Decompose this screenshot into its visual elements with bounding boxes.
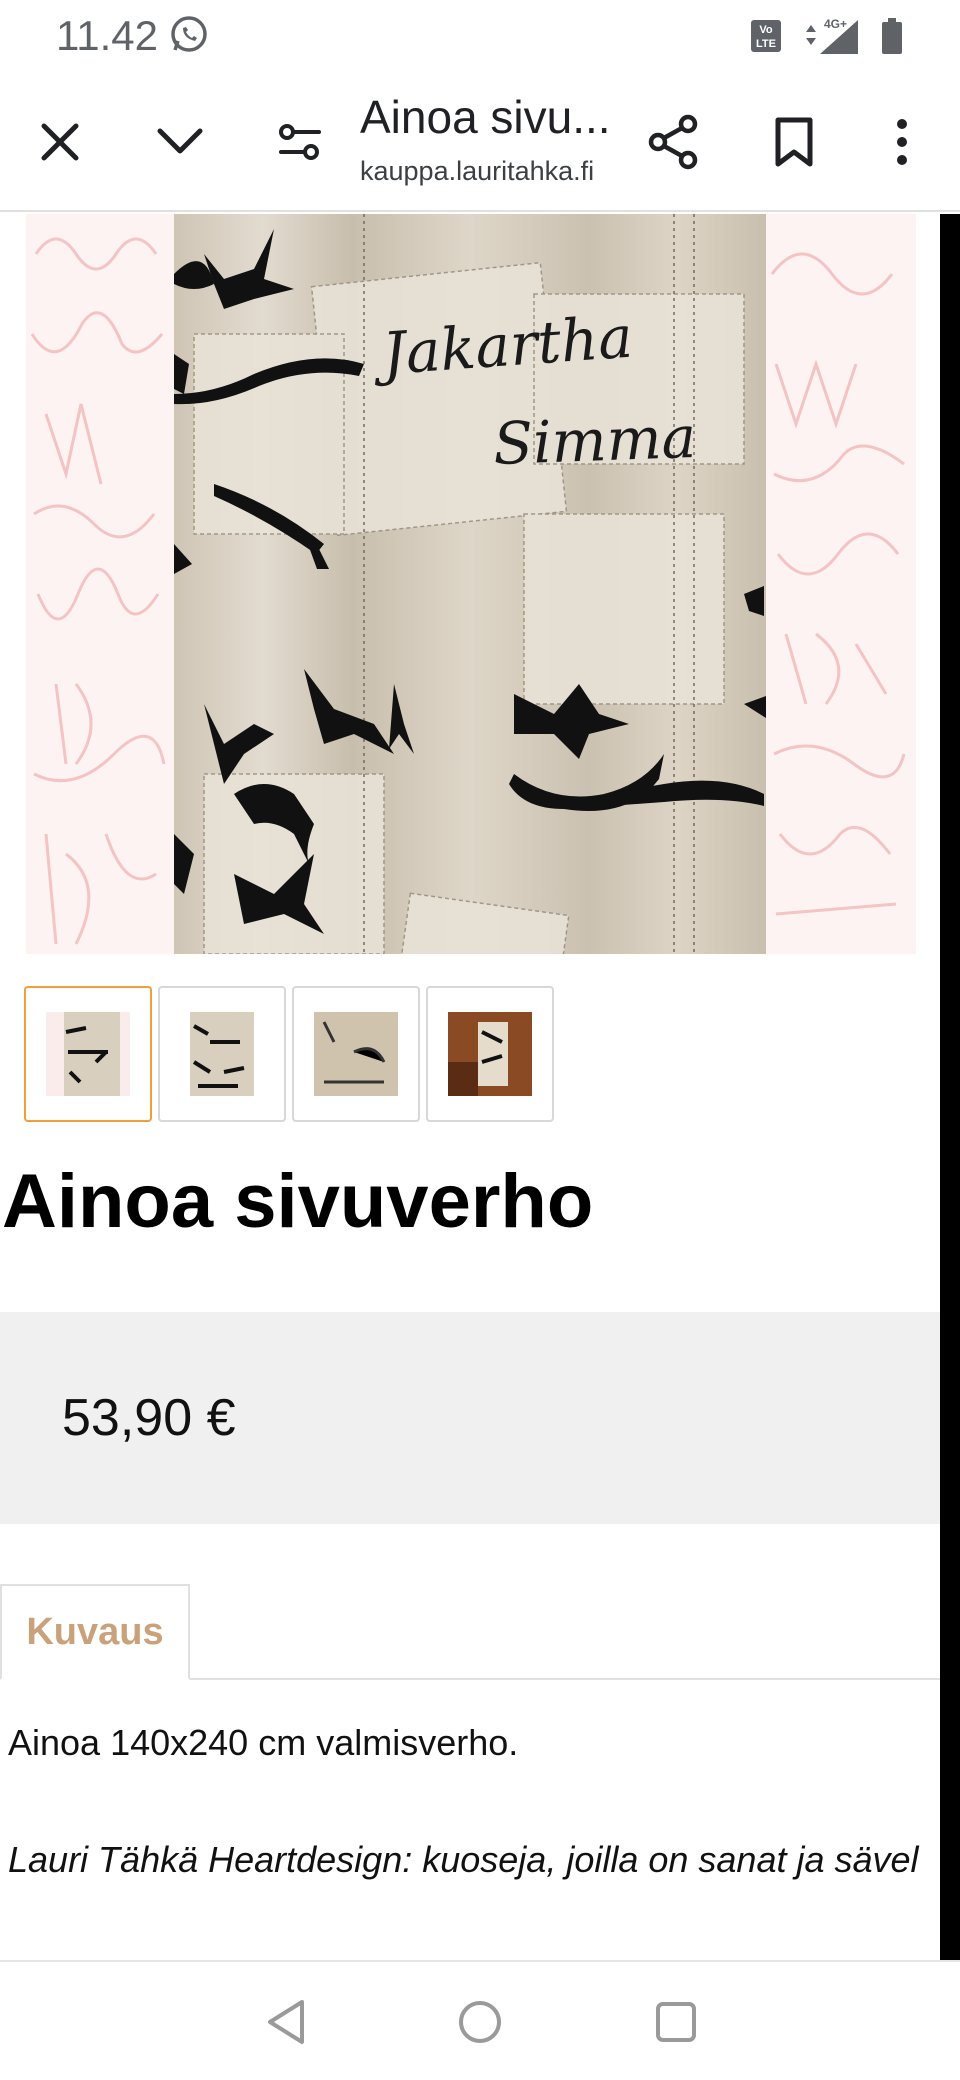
bookmark-icon[interactable] (758, 106, 830, 178)
chevron-down-icon[interactable] (144, 106, 216, 178)
svg-text:Vo: Vo (759, 24, 773, 36)
page-scrollbar[interactable] (940, 214, 960, 1960)
price-box: 53,90 € (0, 1312, 940, 1524)
thumbnail-1[interactable] (24, 986, 152, 1122)
hero-script-2: Simma (492, 403, 697, 478)
web-content: Jakartha Simma Ainoa sivuverho 53,90 € K… (0, 214, 940, 1960)
back-triangle-icon[interactable] (256, 1992, 316, 2052)
thumbnail-strip (24, 986, 554, 1122)
thumbnail-3[interactable] (292, 986, 420, 1122)
curtain-image: Jakartha Simma (174, 214, 766, 996)
android-nav-bar (0, 1960, 960, 2080)
whatsapp-icon (168, 14, 210, 56)
status-bar: 11.42 Vo LTE 4G+ (0, 0, 960, 72)
page-settings-icon[interactable] (264, 106, 336, 178)
page-title[interactable]: Ainoa sivu... (360, 90, 611, 144)
product-title: Ainoa sivuverho (2, 1159, 594, 1244)
hero-side-left (26, 214, 174, 954)
signal-4g-icon: 4G+ (800, 16, 862, 61)
product-price: 53,90 € (62, 1389, 236, 1447)
status-icons: Vo LTE 4G+ (750, 16, 904, 61)
product-hero-image[interactable]: Jakartha Simma (0, 214, 940, 996)
tab-description[interactable]: Kuvaus (0, 1584, 190, 1680)
svg-text:4G+: 4G+ (824, 17, 847, 31)
hero-side-right (766, 214, 916, 954)
tab-description-label: Kuvaus (26, 1610, 164, 1653)
recents-square-icon[interactable] (646, 1992, 706, 2052)
thumbnail-4[interactable] (426, 986, 554, 1122)
page-url[interactable]: kauppa.lauritahka.fi (360, 156, 594, 187)
status-time: 11.42 (56, 12, 158, 59)
description-line-1: Ainoa 140x240 cm valmisverho. (8, 1722, 519, 1763)
product-tabs: Kuvaus (0, 1584, 940, 1680)
more-vert-icon[interactable] (866, 106, 938, 178)
description-line-2: Lauri Tähkä Heartdesign: kuoseja, joilla… (8, 1839, 919, 1880)
svg-text:LTE: LTE (756, 38, 776, 50)
thumbnail-2[interactable] (158, 986, 286, 1122)
custom-tab-toolbar: Ainoa sivu... kauppa.lauritahka.fi (0, 72, 960, 212)
close-icon[interactable] (24, 106, 96, 178)
home-circle-icon[interactable] (450, 1992, 510, 2052)
battery-icon (880, 17, 904, 60)
volte-icon: Vo LTE (750, 19, 782, 58)
share-icon[interactable] (638, 106, 710, 178)
